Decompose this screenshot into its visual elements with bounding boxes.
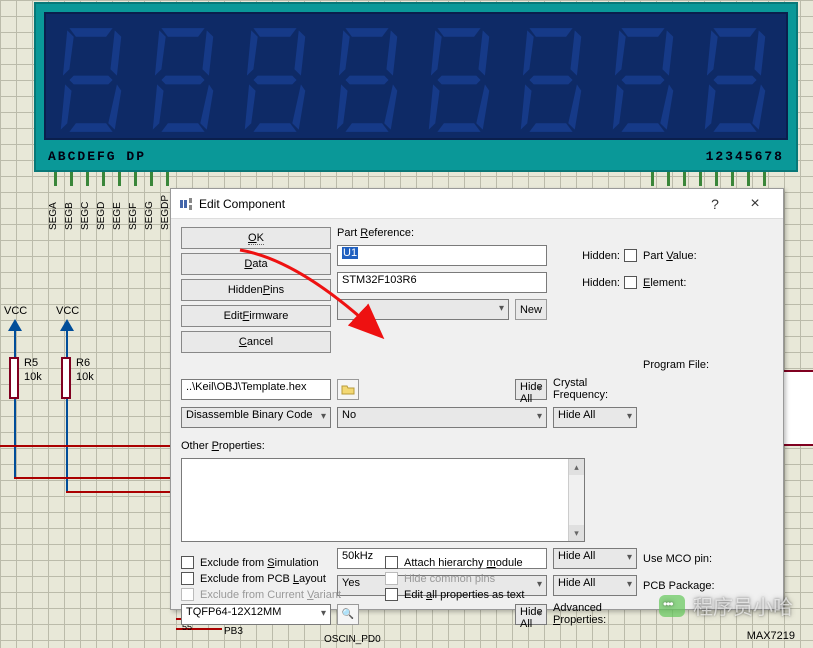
lbl-program: Program File: [643,359,741,371]
watermark-text: 程序员小哈 [693,591,793,620]
vcc-label-1: VCC [4,305,27,317]
other-properties-textarea[interactable]: ▴ ▾ [181,458,585,542]
program-visibility-select[interactable]: Hide All [515,379,547,400]
wire-oscin: OSCIN_PD0 [324,634,381,645]
r5-val: 10k [24,371,42,383]
dialog-icon [179,197,193,211]
dialog-bottom-checks: Exclude from Simulation Attach hierarchy… [181,556,589,601]
scroll-down-icon[interactable]: ▾ [569,525,584,541]
hidden-ref-checkbox[interactable] [624,249,637,262]
lbl-part-ref: Part Reference: [337,227,509,239]
resistor-r6[interactable] [61,357,71,399]
adv-prop-left-select[interactable]: Disassemble Binary Code [181,407,331,428]
resistor-r5[interactable] [9,357,19,399]
hide-common-checkbox [385,572,398,585]
exclude-variant-checkbox [181,588,194,601]
ok-button[interactable]: OK [181,227,331,249]
cancel-button[interactable]: Cancel [181,331,331,353]
edit-firmware-button[interactable]: Edit Firmware [181,305,331,327]
pcb-browse-button[interactable]: 🔍 [337,604,359,625]
dialog-close-button[interactable]: × [735,190,775,218]
hidden-ref-row: Hidden: [553,249,637,262]
wechat-icon [659,595,685,617]
seven-seg-digit [332,26,402,134]
scroll-up-icon[interactable]: ▴ [569,459,584,475]
seven-seg-digit [148,26,218,134]
seven-seg-screen: // placeholder — digits drawn below via … [44,12,788,140]
vcc-resistor-area: VCC VCC R5 10k R6 10k [0,305,170,525]
seven-seg-digit [700,26,770,134]
display-right-label: 12345678 [706,149,784,164]
dialog-help-button[interactable]: ? [695,190,735,218]
lbl-mco: Use MCO pin: [643,553,741,565]
adv-visibility-select[interactable]: Hide All [553,407,637,428]
hidden-pins-button[interactable]: Hidden Pins [181,279,331,301]
r5-ref: R5 [24,357,38,369]
seven-seg-digit [608,26,678,134]
hidden-val-row: Hidden: [553,276,637,289]
part-value-input[interactable]: STM32F103R6 [337,272,547,293]
exclude-sim-label: Exclude from Simulation [200,557,319,569]
attach-module-checkbox[interactable] [385,556,398,569]
seg-pin: SEGC [80,172,94,230]
seg-pin: SEGA [48,172,62,230]
seg-pin: SEGD [96,172,110,230]
edit-all-text-checkbox[interactable] [385,588,398,601]
lbl-part-val: Part Value: [643,250,741,262]
seven-seg-display[interactable]: // placeholder — digits drawn below via … [34,2,798,172]
r6-val: 10k [76,371,94,383]
seven-seg-digit [516,26,586,134]
folder-open-icon [341,383,355,395]
seven-seg-digit [240,26,310,134]
dialog-titlebar[interactable]: Edit Component ? × [171,189,783,219]
part-reference-input[interactable]: U1 [337,245,547,266]
seven-seg-digit [424,26,494,134]
seg-pin: SEGE [112,172,126,230]
lbl-crystal: Crystal Frequency: [553,377,637,401]
exclude-var-label: Exclude from Current Variant [200,589,341,601]
exclude-pcb-checkbox[interactable] [181,572,194,585]
vcc-arrow-icon [8,319,22,331]
lbl-other: Other Properties: [181,440,637,452]
dialog-title: Edit Component [199,197,285,211]
browse-file-button[interactable] [337,379,359,400]
r6-ref: R6 [76,357,90,369]
lbl-pcb: PCB Package: [643,580,741,592]
wire-pb3: PB3 [224,626,243,637]
search-icon: 🔍 [342,609,354,620]
hide-common-label: Hide common pins [404,573,495,585]
exclude-pcb-label: Exclude from PCB Layout [200,573,326,585]
seg-pin: SEGF [128,172,142,230]
edit-all-text-label: Edit all properties as text [404,589,524,601]
vcc-arrow-icon [60,319,74,331]
exclude-sim-checkbox[interactable] [181,556,194,569]
lbl-adv: Advanced Properties: [553,602,637,626]
program-file-input[interactable]: ..\Keil\OBJ\Template.hex [181,379,331,400]
adv-prop-right-select[interactable]: No [337,407,547,428]
new-button[interactable]: New [515,299,547,320]
pcb-visibility-select[interactable]: Hide All [515,604,547,625]
attach-label: Attach hierarchy module [404,557,523,569]
pcb-package-select[interactable]: TQFP64-12X12MM [181,604,331,625]
seg-pin: SEGG [144,172,158,230]
vcc-label-2: VCC [56,305,79,317]
hidden-val-checkbox[interactable] [624,276,637,289]
scrollbar[interactable]: ▴ ▾ [568,459,584,541]
element-select[interactable] [337,299,509,320]
watermark: 程序员小哈 [659,591,793,620]
seg-pin: SEGB [64,172,78,230]
display-left-label: ABCDEFG DP [48,149,146,164]
edit-component-dialog: Edit Component ? × Part Reference: U1 Hi… [170,188,784,610]
seven-seg-digit [56,26,126,134]
lbl-element: Element: [643,277,741,289]
data-button[interactable]: Data [181,253,331,275]
